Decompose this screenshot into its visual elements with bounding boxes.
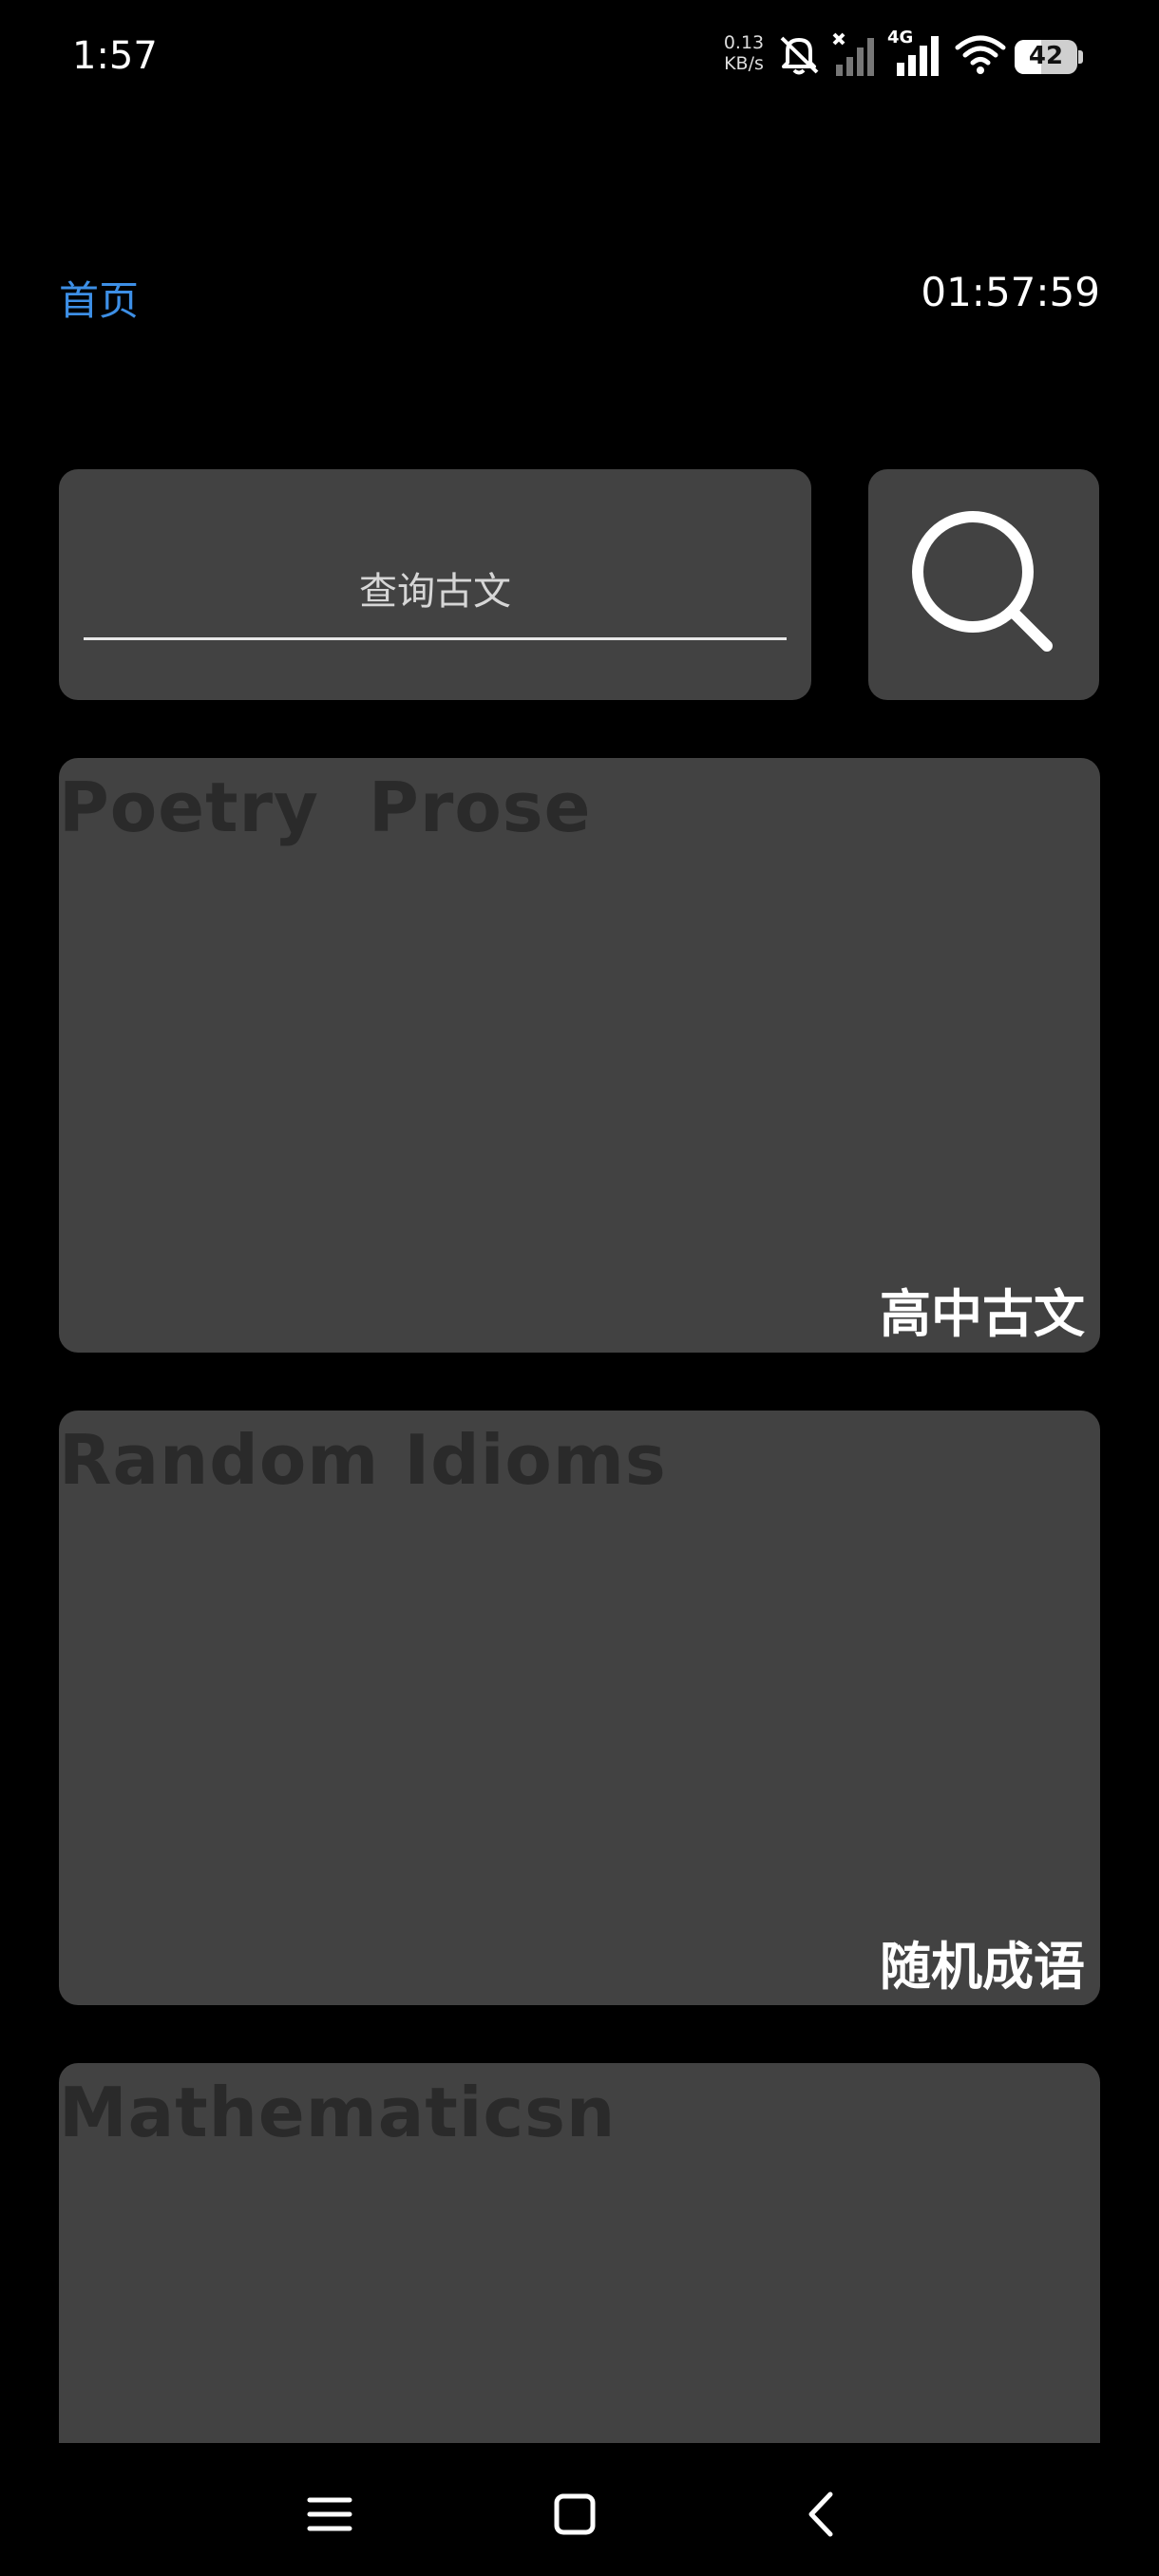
search-box xyxy=(59,469,811,700)
home-icon[interactable] xyxy=(542,2481,608,2548)
status-time: 1:57 xyxy=(72,34,158,78)
no-signal-icon xyxy=(830,30,882,82)
search-icon xyxy=(912,511,1053,652)
card-title: Poetry Prose xyxy=(59,767,592,847)
card-title: Mathematicsn xyxy=(59,2073,617,2152)
battery-level: 42 xyxy=(1028,42,1064,70)
svg-text:4G: 4G xyxy=(887,28,913,47)
menu-icon[interactable] xyxy=(296,2481,363,2548)
card-label: 高中古文 xyxy=(880,1284,1085,1344)
network-speed-unit: KB/s xyxy=(724,53,764,74)
status-bar: 1:57 0.13 KB/s 4G 42 xyxy=(0,0,1159,114)
back-icon[interactable] xyxy=(788,2481,855,2548)
search-input[interactable] xyxy=(84,545,787,640)
clock: 01:57:59 xyxy=(921,269,1100,315)
search-button[interactable] xyxy=(868,469,1099,700)
network-speed-value: 0.13 xyxy=(723,32,765,53)
screen: 1:57 0.13 KB/s 4G 42 首页 01:57:59 查询古文 Po… xyxy=(0,0,1159,2576)
card-label: 随机成语 xyxy=(880,1937,1085,1997)
navigation-bar xyxy=(0,2443,1159,2576)
signal-icon: 4G xyxy=(885,27,946,82)
card-title: Random Idioms xyxy=(59,1420,667,1500)
mute-bell-icon xyxy=(775,30,823,82)
network-speed: 0.13 KB/s xyxy=(720,32,768,74)
card-poetry-prose[interactable]: Poetry Prose 高中古文 xyxy=(59,758,1100,1353)
home-tab[interactable]: 首页 xyxy=(59,269,139,327)
battery-icon: 42 xyxy=(1015,40,1083,74)
wifi-icon xyxy=(954,30,1007,82)
card-random-idioms[interactable]: Random Idioms 随机成语 xyxy=(59,1411,1100,2005)
